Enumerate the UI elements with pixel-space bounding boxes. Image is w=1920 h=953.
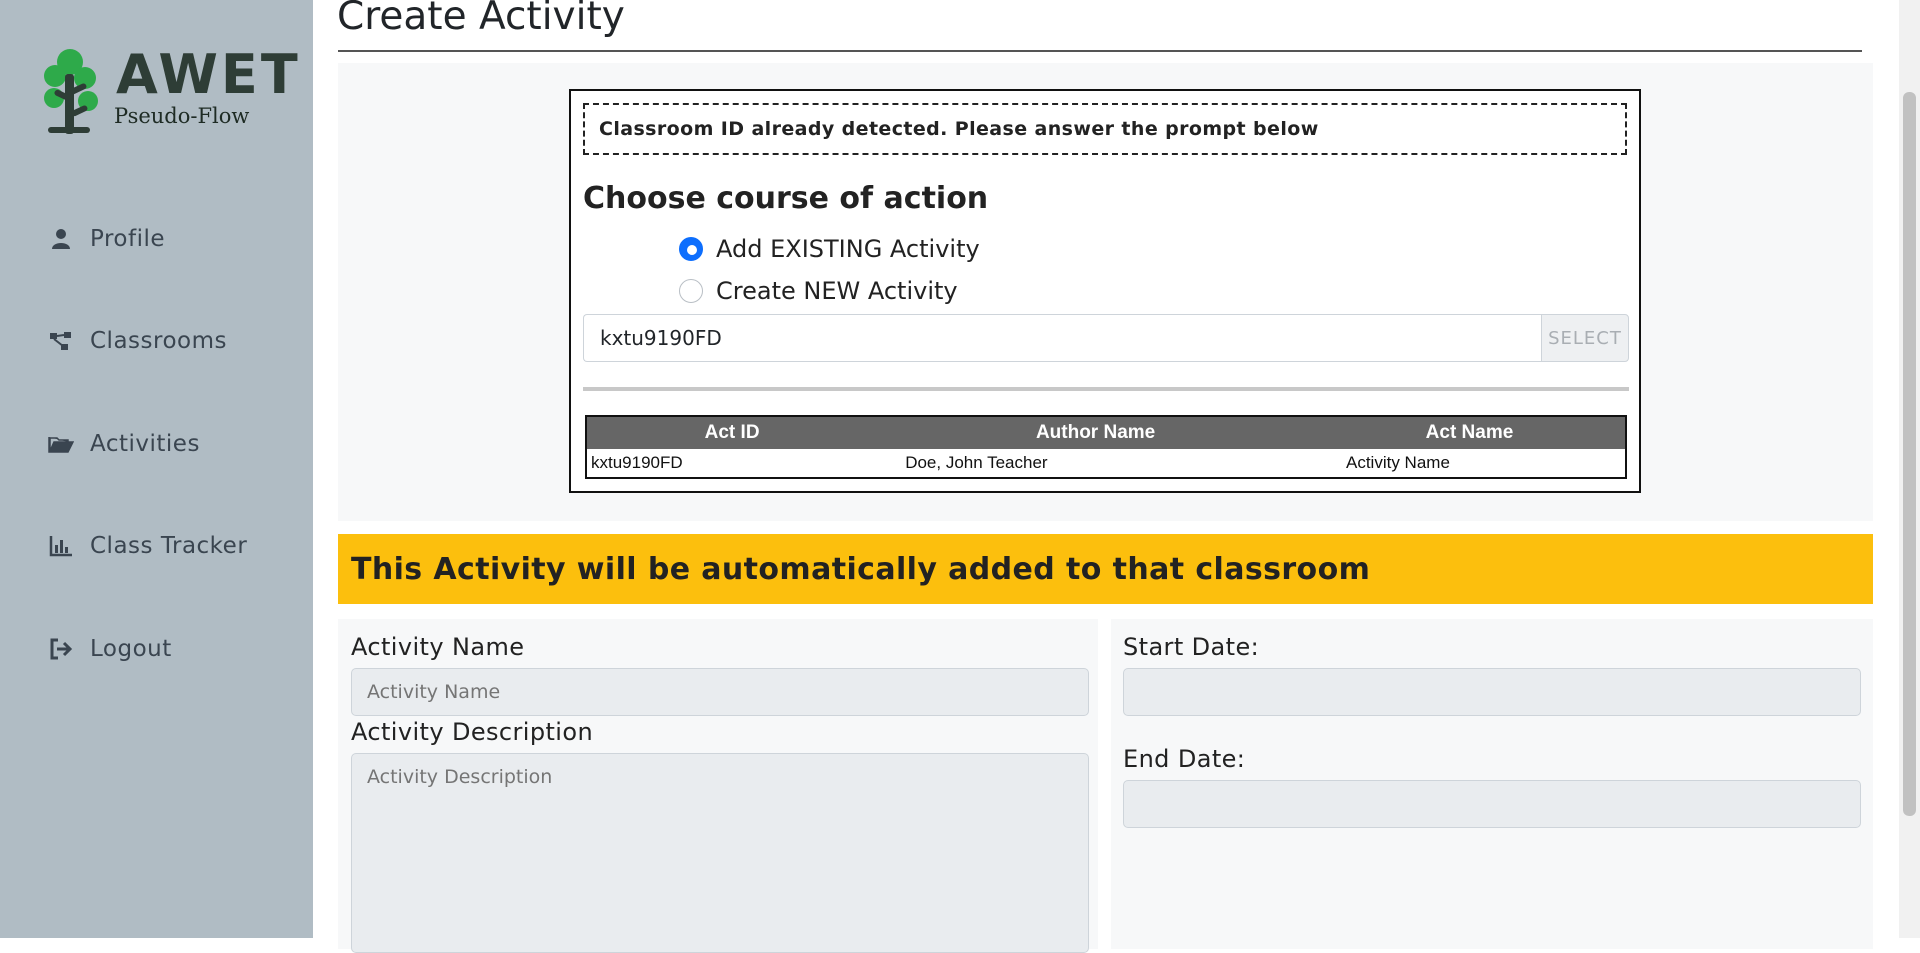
- activity-results-table: Act ID Author Name Act Name kxtu9190FD D…: [585, 415, 1627, 479]
- logo-tagline: Pseudo-Flow: [114, 104, 250, 128]
- prompt-panel: Classroom ID already detected. Please an…: [338, 63, 1873, 521]
- activity-id-search-group: SELECT: [583, 314, 1629, 362]
- column-header-act-id: Act ID: [586, 416, 878, 449]
- cell-act-name: Activity Name: [1313, 449, 1626, 478]
- end-date-label: End Date:: [1123, 745, 1246, 773]
- network-icon: [48, 328, 74, 354]
- choose-action-heading: Choose course of action: [583, 181, 989, 216]
- sidebar-item-classrooms[interactable]: Classrooms: [48, 324, 227, 358]
- select-button[interactable]: SELECT: [1541, 314, 1629, 362]
- option-create-new[interactable]: Create NEW Activity: [679, 277, 958, 305]
- cell-author-name: Doe, John Teacher: [877, 449, 1314, 478]
- sidebar-item-logout[interactable]: Logout: [48, 632, 172, 666]
- start-date-label: Start Date:: [1123, 633, 1260, 661]
- sidebar-item-label: Classrooms: [90, 328, 227, 354]
- activity-description-textarea[interactable]: [351, 753, 1089, 953]
- user-icon: [48, 226, 74, 252]
- sidebar-item-label: Logout: [90, 636, 172, 662]
- column-header-author-name: Author Name: [877, 416, 1314, 449]
- sidebar-item-label: Class Tracker: [90, 533, 248, 559]
- radio-create-new[interactable]: [679, 279, 703, 303]
- radio-add-existing[interactable]: [679, 237, 703, 261]
- column-header-act-name: Act Name: [1313, 416, 1626, 449]
- cell-act-id: kxtu9190FD: [586, 449, 878, 478]
- title-divider: [338, 50, 1862, 52]
- logo[interactable]: AWET Pseudo-Flow: [40, 46, 298, 136]
- tree-logo-icon: [44, 49, 98, 134]
- sidebar-item-label: Profile: [90, 226, 166, 252]
- logo-brand: AWET: [116, 43, 301, 106]
- sidebar-item-label: Activities: [90, 431, 200, 457]
- activity-details-panel: Activity Name Activity Description: [338, 619, 1098, 953]
- table-header-row: Act ID Author Name Act Name: [586, 416, 1626, 449]
- end-date-input[interactable]: [1123, 780, 1861, 828]
- scrollbar-thumb[interactable]: [1903, 92, 1916, 816]
- page-title: Create Activity: [337, 0, 625, 39]
- option-label: Create NEW Activity: [716, 277, 958, 305]
- sign-out-icon: [48, 636, 74, 662]
- option-add-existing[interactable]: Add EXISTING Activity: [679, 235, 980, 263]
- sidebar-item-activities[interactable]: Activities: [48, 427, 200, 461]
- table-row[interactable]: kxtu9190FD Doe, John Teacher Activity Na…: [586, 449, 1626, 478]
- page-scrollbar[interactable]: [1899, 0, 1920, 938]
- start-date-input[interactable]: [1123, 668, 1861, 716]
- sidebar-item-class-tracker[interactable]: Class Tracker: [48, 529, 247, 563]
- bar-chart-icon: [48, 533, 74, 559]
- classroom-detected-notice: Classroom ID already detected. Please an…: [583, 103, 1627, 155]
- prompt-box: Classroom ID already detected. Please an…: [569, 89, 1641, 493]
- folder-open-icon: [48, 431, 74, 457]
- activity-name-input[interactable]: [351, 668, 1089, 716]
- option-label: Add EXISTING Activity: [716, 235, 980, 263]
- divider: [583, 387, 1629, 391]
- auto-add-banner: This Activity will be automatically adde…: [338, 534, 1873, 604]
- activity-dates-panel: Start Date: End Date:: [1111, 619, 1873, 949]
- activity-id-input[interactable]: [583, 314, 1541, 362]
- main-content: Create Activity Classroom ID already det…: [313, 0, 1899, 953]
- sidebar-item-profile[interactable]: Profile: [48, 222, 165, 256]
- activity-name-label: Activity Name: [351, 633, 525, 661]
- activity-description-label: Activity Description: [351, 718, 594, 746]
- sidebar: AWET Pseudo-Flow Profile Classrooms Acti…: [0, 0, 313, 938]
